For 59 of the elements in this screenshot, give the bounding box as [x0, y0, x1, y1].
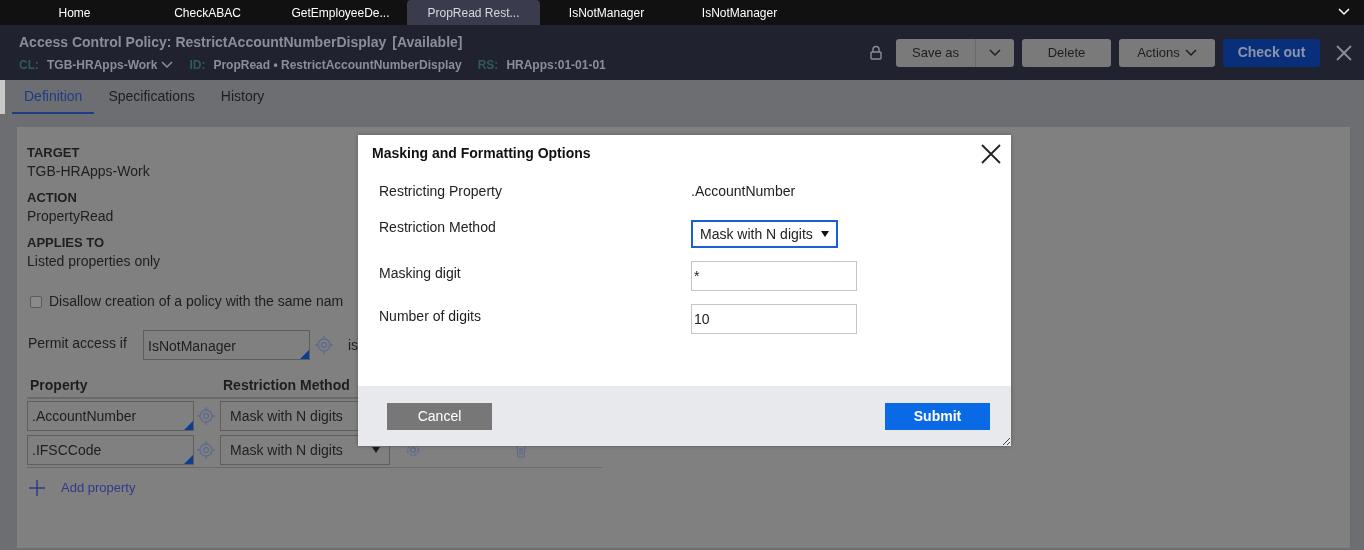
field-value: PropertyRead — [27, 207, 114, 226]
checkbox[interactable] — [30, 295, 42, 308]
rule-title: Access Control Policy: RestrictAccountNumberDisplay — [19, 32, 387, 52]
submit-button[interactable]: Submit — [885, 402, 990, 430]
tab[interactable]: Specifications — [96, 80, 207, 114]
actions-menu-button[interactable]: Actions — [1119, 38, 1215, 67]
dropdown-arrow-icon — [821, 231, 829, 237]
condition-text: is — [348, 335, 359, 355]
dialog-title: Masking and Formatting Options — [372, 144, 591, 163]
tab[interactable]: IsNotManager — [540, 0, 673, 25]
class-dropdown[interactable]: TGB-HRApps-Work — [47, 55, 174, 74]
lock-icon — [870, 45, 882, 60]
chevron-down-icon — [989, 48, 1001, 57]
input-field[interactable]: 10 — [691, 304, 857, 334]
tab[interactable]: IsNotManager — [673, 0, 806, 25]
field-label: APPLIES TO — [27, 234, 105, 252]
restriction-method-select[interactable]: Mask with N digits — [691, 220, 838, 248]
close-icon[interactable] — [981, 143, 1001, 164]
form-value: .AccountNumber — [691, 182, 796, 201]
meta-value: HRApps:01-01-01 — [506, 56, 606, 74]
chevron-down-icon — [1338, 8, 1350, 16]
corner-marker-icon — [184, 455, 193, 464]
cancel-button[interactable]: Cancel — [387, 402, 492, 430]
tab[interactable]: PropRead Rest... — [407, 0, 540, 25]
field-value: Listed properties only — [27, 252, 161, 271]
input-field[interactable]: * — [691, 261, 857, 291]
property-field[interactable]: .AccountNumber — [27, 401, 194, 431]
resize-grip-icon[interactable] — [1002, 437, 1010, 445]
chevron-down-icon — [1184, 48, 1197, 57]
corner-marker-icon — [184, 421, 193, 430]
tab[interactable]: History — [208, 80, 277, 114]
form-label: Number of digits — [379, 307, 482, 326]
checkbox-label: Disallow creation of a policy with the same nam — [49, 292, 344, 311]
meta-key: ID: — [189, 55, 206, 74]
corner-marker-icon — [300, 350, 309, 359]
field-label: TARGET — [27, 144, 80, 162]
add-property-link[interactable]: Add property — [61, 478, 136, 498]
permit-label: Permit access if — [28, 334, 128, 353]
chevron-down-icon — [161, 60, 174, 69]
tab[interactable]: GetEmployeeDe... — [274, 0, 407, 25]
dropdown-arrow-icon — [372, 447, 380, 453]
check-out-button[interactable]: Check out — [1223, 38, 1320, 67]
tab[interactable]: CheckABAC — [141, 0, 274, 25]
meta-key: RS: — [477, 55, 499, 74]
tab[interactable]: Home — [8, 0, 141, 25]
status-label: [Available] — [392, 32, 463, 52]
field-label: ACTION — [27, 189, 77, 207]
condition-field[interactable]: IsNotManager — [143, 330, 310, 360]
field-value: TGB-HRApps-Work — [27, 162, 150, 181]
property-field[interactable]: .IFSCCode — [27, 435, 194, 465]
meta-value: PropRead • RestrictAccountNumberDisplay — [213, 56, 462, 74]
column-header: Restriction Method — [223, 376, 350, 395]
delete-button[interactable]: Delete — [1022, 38, 1111, 67]
meta-key: CL: — [19, 55, 39, 74]
form-label: Masking digit — [379, 264, 462, 283]
column-header: Property — [29, 376, 89, 395]
form-label: Restriction Method — [379, 218, 497, 237]
plus-icon[interactable] — [29, 479, 45, 496]
form-label: Restricting Property — [379, 182, 503, 201]
